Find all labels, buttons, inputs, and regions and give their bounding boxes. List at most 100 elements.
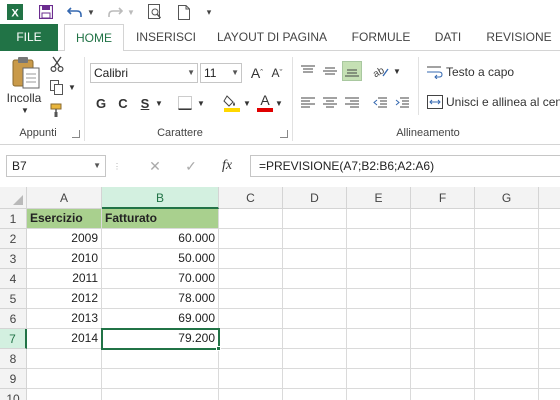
grid-cell[interactable] xyxy=(539,329,560,349)
cell-a6[interactable]: 2013 xyxy=(27,309,102,329)
grid-cell[interactable] xyxy=(539,289,560,309)
tab-inserisci[interactable]: INSERISCI xyxy=(130,24,202,51)
chevron-down-icon[interactable]: ▼ xyxy=(187,64,195,82)
cell-a2[interactable]: 2009 xyxy=(27,229,102,249)
redo-icon[interactable] xyxy=(106,2,124,22)
grid-cell[interactable] xyxy=(219,269,283,289)
cell-b7[interactable]: 79.200 xyxy=(102,329,219,349)
grid-cell[interactable] xyxy=(411,369,475,389)
name-box[interactable]: B7 ▼ xyxy=(6,155,106,177)
grid-cell[interactable] xyxy=(475,289,539,309)
grid-cell[interactable] xyxy=(283,309,347,329)
format-painter-icon[interactable] xyxy=(48,101,66,119)
chevron-down-icon[interactable]: ▼ xyxy=(93,156,101,176)
grid-cell[interactable] xyxy=(102,389,219,400)
select-all-button[interactable] xyxy=(0,187,27,209)
grid-cell[interactable] xyxy=(27,369,102,389)
wrap-text-icon[interactable] xyxy=(426,63,444,81)
grid-cell[interactable] xyxy=(27,349,102,369)
formula-input[interactable]: =PREVISIONE(A7;B2:B6;A2:A6) xyxy=(250,155,560,177)
font-color-button[interactable]: A xyxy=(256,93,274,113)
drag-handle-icon[interactable]: ⋮ xyxy=(113,159,121,173)
row-header-3[interactable]: 3 xyxy=(0,249,27,269)
font-launcher-icon[interactable] xyxy=(280,130,288,138)
row-header-4[interactable]: 4 xyxy=(0,269,27,289)
fill-color-icon[interactable] xyxy=(222,93,242,113)
grid-cell[interactable] xyxy=(219,309,283,329)
tab-home[interactable]: HOME xyxy=(64,24,124,52)
merge-center-button[interactable]: Unisci e allinea al centro xyxy=(446,93,560,111)
column-header-e[interactable]: E xyxy=(347,187,411,209)
tab-dati[interactable]: DATI xyxy=(426,24,470,51)
grid-cell[interactable] xyxy=(475,249,539,269)
grid-cell[interactable] xyxy=(411,269,475,289)
tab-layout-di-pagina[interactable]: LAYOUT DI PAGINA xyxy=(208,24,336,51)
row-header-5[interactable]: 5 xyxy=(0,289,27,309)
column-header-a[interactable]: A xyxy=(27,187,102,209)
merge-center-icon[interactable] xyxy=(426,93,444,111)
print-preview-icon[interactable] xyxy=(146,2,164,22)
grid-cell[interactable] xyxy=(475,229,539,249)
enter-icon[interactable]: ✓ xyxy=(178,155,204,177)
grid-cell[interactable] xyxy=(411,329,475,349)
grid-cell[interactable] xyxy=(539,369,560,389)
paste-button-label[interactable]: Incolla xyxy=(4,91,44,105)
align-left-icon[interactable] xyxy=(298,93,318,113)
column-header-g[interactable]: G xyxy=(475,187,539,209)
tab-file[interactable]: FILE xyxy=(0,24,58,51)
cell-b1[interactable]: Fatturato xyxy=(102,209,219,229)
grid-cell[interactable] xyxy=(283,329,347,349)
fill-color-dropdown-icon[interactable]: ▼ xyxy=(242,97,252,109)
grid-cell[interactable] xyxy=(283,289,347,309)
grid-cell[interactable] xyxy=(283,389,347,400)
wrap-text-button[interactable]: Testo a capo xyxy=(446,63,546,81)
cell-a5[interactable]: 2012 xyxy=(27,289,102,309)
grid-cell[interactable] xyxy=(283,209,347,229)
cell-b2[interactable]: 60.000 xyxy=(102,229,219,249)
grid-cell[interactable] xyxy=(347,229,411,249)
copy-dropdown-icon[interactable]: ▼ xyxy=(67,81,77,93)
grid-cell[interactable] xyxy=(102,369,219,389)
font-name-combo[interactable]: Calibri ▼ xyxy=(90,63,198,83)
column-header-d[interactable]: D xyxy=(283,187,347,209)
grid-cell[interactable] xyxy=(411,249,475,269)
cell-a4[interactable]: 2011 xyxy=(27,269,102,289)
shrink-font-button[interactable]: Aˇ xyxy=(268,63,286,83)
undo-icon[interactable] xyxy=(66,2,84,22)
cell-b5[interactable]: 78.000 xyxy=(102,289,219,309)
grid-cell[interactable] xyxy=(347,349,411,369)
grid-cell[interactable] xyxy=(283,269,347,289)
row-header-8[interactable]: 8 xyxy=(0,349,27,369)
row-header-6[interactable]: 6 xyxy=(0,309,27,329)
font-size-combo[interactable]: 11 ▼ xyxy=(200,63,242,83)
grid-cell[interactable] xyxy=(411,349,475,369)
grid-cell[interactable] xyxy=(347,269,411,289)
align-bottom-icon[interactable] xyxy=(342,61,362,81)
grid-cell[interactable] xyxy=(219,389,283,400)
save-icon[interactable] xyxy=(36,2,56,22)
grid-cell[interactable] xyxy=(283,249,347,269)
grid-cell[interactable] xyxy=(219,329,283,349)
grid-cell[interactable] xyxy=(411,389,475,400)
grid-cell[interactable] xyxy=(475,309,539,329)
grid-cell[interactable] xyxy=(283,349,347,369)
grid-cell[interactable] xyxy=(347,249,411,269)
borders-dropdown-icon[interactable]: ▼ xyxy=(196,97,206,109)
grid-cell[interactable] xyxy=(475,269,539,289)
column-header-f[interactable]: F xyxy=(411,187,475,209)
undo-dropdown-icon[interactable]: ▼ xyxy=(86,2,96,22)
underline-dropdown-icon[interactable]: ▼ xyxy=(154,97,164,109)
grid-cell[interactable] xyxy=(475,349,539,369)
fill-handle[interactable] xyxy=(216,346,221,351)
chevron-down-icon[interactable]: ▼ xyxy=(231,64,239,82)
paste-dropdown-icon[interactable]: ▼ xyxy=(18,105,32,115)
grid-cell[interactable] xyxy=(347,389,411,400)
align-right-icon[interactable] xyxy=(342,93,362,113)
grid-cell[interactable] xyxy=(475,329,539,349)
row-header-1[interactable]: 1 xyxy=(0,209,27,229)
grid-cell[interactable] xyxy=(219,229,283,249)
grid-cell[interactable] xyxy=(539,389,560,400)
align-middle-icon[interactable] xyxy=(320,61,340,81)
grid-cell[interactable] xyxy=(283,369,347,389)
decrease-indent-icon[interactable] xyxy=(370,93,390,113)
